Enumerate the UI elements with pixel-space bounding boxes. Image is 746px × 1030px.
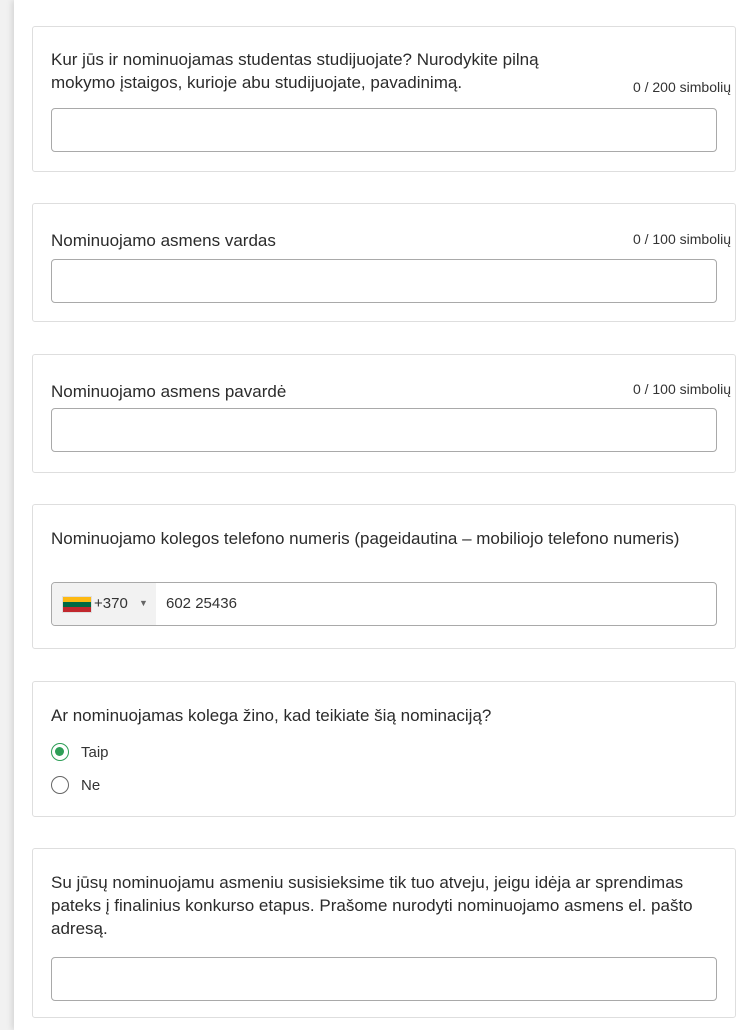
question-label: Nominuojamo asmens pavardė (51, 382, 287, 401)
character-counter: 0 / 200 simbolių (632, 79, 731, 95)
question-label: Kur jūs ir nominuojamas studentas studij… (51, 50, 539, 92)
question-label: Nominuojamo asmens vardas (51, 231, 276, 250)
character-counter: 0 / 100 simbolių (632, 381, 731, 397)
lithuania-flag-icon (63, 597, 91, 612)
radio-label-taip: Taip (81, 744, 109, 761)
question-card-first-name: Nominuojamo asmens vardas 0 / 100 simbol… (32, 203, 736, 322)
question-card-aware: Ar nominuojamas kolega žino, kad teikiat… (32, 681, 736, 817)
caret-down-icon: ▼ (139, 598, 148, 608)
radio-selected-icon[interactable] (51, 743, 69, 761)
first-name-input[interactable] (51, 259, 717, 303)
email-input[interactable] (51, 957, 717, 1001)
question-label: Su jūsų nominuojamu asmeniu susisieksime… (51, 873, 693, 938)
phone-number-input[interactable]: 602 25436 (166, 595, 237, 612)
radio-label-ne: Ne (81, 777, 101, 794)
question-card-phone: Nominuojamo kolegos telefono numeris (pa… (32, 504, 736, 649)
study-place-input[interactable] (51, 108, 717, 152)
question-card-email: Su jūsų nominuojamu asmeniu susisieksime… (32, 848, 736, 1018)
question-card-last-name: Nominuojamo asmens pavardė 0 / 100 simbo… (32, 354, 736, 473)
country-code-select[interactable]: +370 ▼ (52, 583, 156, 625)
phone-field: +370 ▼ 602 25436 (51, 582, 717, 626)
last-name-input[interactable] (51, 408, 717, 452)
character-counter: 0 / 100 simbolių (632, 231, 731, 247)
country-dial-code: +370 (94, 595, 128, 612)
question-label: Nominuojamo kolegos telefono numeris (pa… (51, 529, 680, 548)
question-label: Ar nominuojamas kolega žino, kad teikiat… (51, 706, 492, 725)
question-card-study-place: Kur jūs ir nominuojamas studentas studij… (32, 26, 736, 172)
radio-unselected-icon[interactable] (51, 776, 69, 794)
form-page: Kur jūs ir nominuojamas studentas studij… (14, 0, 746, 1030)
